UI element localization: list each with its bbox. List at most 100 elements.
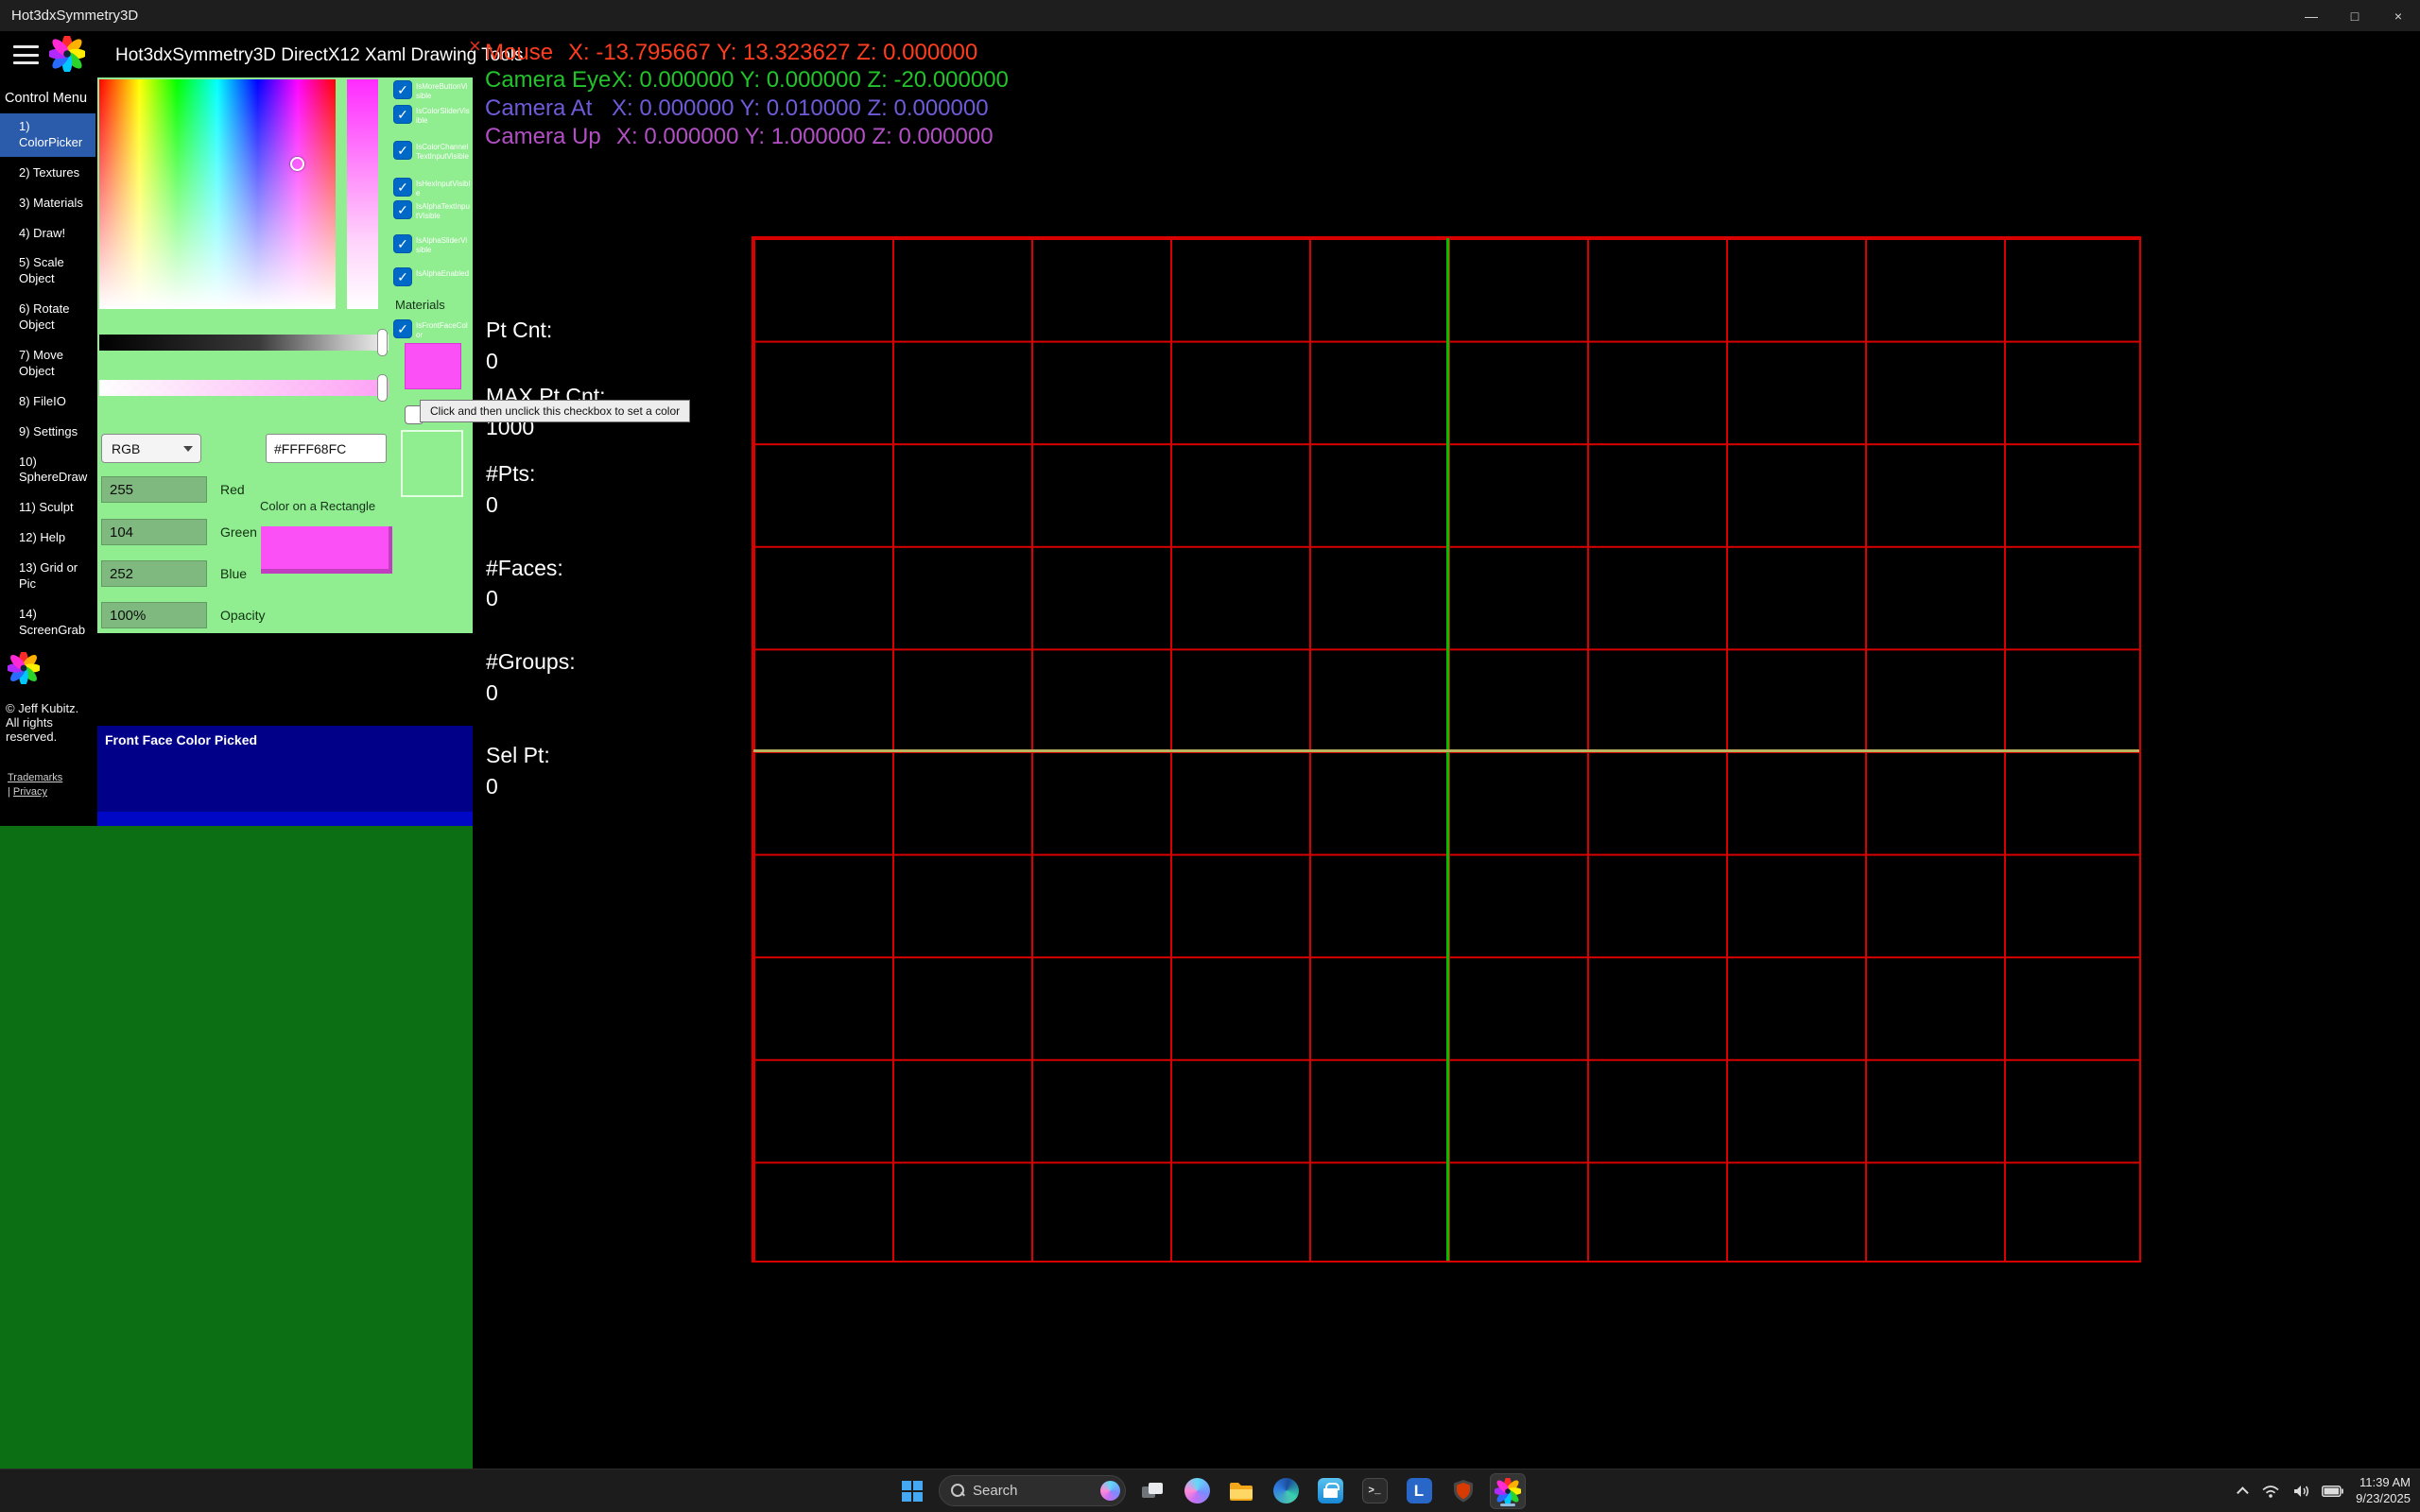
panel-background-block	[0, 826, 473, 1469]
color-preview-outline	[401, 430, 463, 497]
mouse-coordinates-readout: MouseX: -13.795667 Y: 13.323627 Z: 0.000…	[485, 40, 977, 66]
volume-icon[interactable]	[2292, 1484, 2309, 1499]
search-copilot-icon	[1100, 1481, 1120, 1501]
stat-pts-value: 0	[486, 492, 498, 518]
color-picker-panel: IsMoreButtonVisible IsColorSliderVisible…	[97, 77, 473, 633]
sidebar-item-textures[interactable]: 2) Textures	[0, 160, 95, 187]
start-button[interactable]	[894, 1473, 930, 1509]
security-button[interactable]	[1445, 1473, 1481, 1509]
privacy-link[interactable]: Privacy	[13, 786, 47, 798]
legal-links: Trademarks | Privacy	[8, 771, 68, 800]
stat-groups-value: 0	[486, 680, 498, 706]
taskbar-search-box[interactable]: Search	[939, 1475, 1126, 1506]
hidden-icons-chevron-icon[interactable]	[2237, 1486, 2249, 1499]
windows-logo-icon	[902, 1481, 923, 1502]
checkbox-alpha-slider-visible[interactable]	[393, 234, 412, 253]
window-controls: — □ ×	[2290, 0, 2420, 31]
sidebar-logo-icon	[8, 652, 40, 684]
checkbox-label: IsAlphaTextInputVisible	[416, 200, 471, 221]
stat-faces-value: 0	[486, 586, 498, 611]
trademarks-link[interactable]: Trademarks	[8, 772, 62, 783]
camera-eye-readout: Camera EyeX: 0.000000 Y: 0.000000 Z: -20…	[485, 67, 1009, 94]
green-channel-input[interactable]	[101, 519, 207, 545]
color-model-value: RGB	[112, 441, 183, 456]
sidebar-item-scale-object[interactable]: 5) Scale Object	[0, 249, 95, 293]
hot3dx-app-button[interactable]	[1490, 1473, 1526, 1509]
wifi-icon[interactable]	[2261, 1484, 2280, 1499]
spectrum-cursor[interactable]	[290, 157, 304, 171]
alpha-slider-handle[interactable]	[377, 374, 388, 402]
task-view-button[interactable]	[1134, 1473, 1170, 1509]
checkbox-alpha-enabled[interactable]	[393, 267, 412, 286]
red-channel-label: Red	[220, 482, 245, 497]
color-rectangle-caption: Color on a Rectangle	[260, 499, 375, 513]
sidebar-item-spheredraw[interactable]: 10) SphereDraw	[0, 449, 95, 492]
sidebar-item-materials[interactable]: 3) Materials	[0, 190, 95, 217]
stat-pt-cnt-value: 0	[486, 349, 498, 374]
l-app-icon	[1407, 1478, 1432, 1503]
control-menu-header: Control Menu	[0, 77, 95, 113]
checkbox-channel-text-input-visible[interactable]	[393, 141, 412, 160]
alpha-slider[interactable]	[99, 380, 389, 396]
stat-sel-pt-label: Sel Pt:	[486, 743, 550, 768]
sidebar-item-move-object[interactable]: 7) Move Object	[0, 342, 95, 386]
front-face-highlight-strip	[97, 812, 473, 826]
minimize-button[interactable]: —	[2290, 0, 2333, 31]
checkbox-more-button-visible[interactable]	[393, 80, 412, 99]
value-slider-handle[interactable]	[377, 329, 388, 356]
color-rectangle-swatch	[261, 526, 392, 574]
color-model-dropdown[interactable]: RGB	[101, 434, 201, 463]
sidebar-item-screengrab[interactable]: 14) ScreenGrab	[0, 601, 95, 644]
checkbox-label: IsColorChannelTextInputVisible	[416, 141, 471, 162]
checkbox-label: IsAlphaEnabled	[416, 267, 471, 279]
close-button[interactable]: ×	[2377, 0, 2420, 31]
file-explorer-button[interactable]	[1223, 1473, 1259, 1509]
checkbox-color-slider-visible[interactable]	[393, 105, 412, 124]
maximize-button[interactable]: □	[2333, 0, 2377, 31]
terminal-button[interactable]	[1357, 1473, 1392, 1509]
checkbox-label: IsAlphaSliderVisible	[416, 234, 471, 255]
sidebar-item-fileio[interactable]: 8) FileIO	[0, 388, 95, 416]
sidebar-item-grid-or-pic[interactable]: 13) Grid or Pic	[0, 555, 95, 598]
stat-faces-label: #Faces:	[486, 556, 563, 581]
sidebar-item-sculpt[interactable]: 11) Sculpt	[0, 494, 95, 522]
windows-taskbar: Search	[0, 1469, 2420, 1512]
active-app-indicator	[1500, 1503, 1515, 1506]
opacity-input[interactable]	[101, 602, 207, 628]
blue-channel-input[interactable]	[101, 560, 207, 587]
red-channel-input[interactable]	[101, 476, 207, 503]
battery-icon[interactable]	[2322, 1486, 2343, 1497]
control-menu-sidebar: Control Menu 1) ColorPicker 2) Textures …	[0, 77, 95, 826]
edge-icon	[1273, 1478, 1299, 1503]
desktop: { "window": { "title": "Hot3dxSymmetry3D…	[0, 0, 2420, 1512]
color-spectrum[interactable]	[99, 79, 336, 309]
taskbar-clock[interactable]: 11:39 AM 9/23/2025	[2356, 1475, 2411, 1507]
stat-pts-label: #Pts:	[486, 461, 535, 487]
sidebar-item-help[interactable]: 12) Help	[0, 524, 95, 552]
sidebar-item-colorpicker[interactable]: 1) ColorPicker	[0, 113, 95, 157]
grid-center-horizontal-axis	[753, 749, 2139, 752]
sidebar-item-settings[interactable]: 9) Settings	[0, 419, 95, 446]
hamburger-menu-icon[interactable]	[13, 45, 39, 64]
checkbox-label: IsColorSliderVisible	[416, 105, 471, 126]
hex-color-input[interactable]	[266, 434, 387, 463]
checkbox-hex-input-visible[interactable]	[393, 178, 412, 197]
checkbox-front-face-color[interactable]	[393, 319, 412, 338]
clock-date: 9/23/2025	[2356, 1491, 2411, 1507]
value-slider-vertical[interactable]	[347, 79, 378, 309]
app-logo-icon	[49, 36, 85, 72]
chevron-down-icon	[183, 446, 193, 452]
l-app-button[interactable]	[1401, 1473, 1437, 1509]
value-slider-horizontal[interactable]	[99, 335, 389, 351]
blue-channel-label: Blue	[220, 566, 247, 581]
copilot-button[interactable]	[1179, 1473, 1215, 1509]
edge-button[interactable]	[1268, 1473, 1304, 1509]
store-button[interactable]	[1312, 1473, 1348, 1509]
hot3dx-app-icon	[1495, 1478, 1521, 1504]
checkbox-alpha-text-input-visible[interactable]	[393, 200, 412, 219]
drawing-grid-canvas[interactable]	[752, 236, 2141, 1263]
front-face-color-panel: Front Face Color Picked	[97, 726, 473, 826]
sidebar-item-draw[interactable]: 4) Draw!	[0, 220, 95, 248]
selected-color-swatch	[405, 343, 461, 389]
sidebar-item-rotate-object[interactable]: 6) Rotate Object	[0, 296, 95, 339]
